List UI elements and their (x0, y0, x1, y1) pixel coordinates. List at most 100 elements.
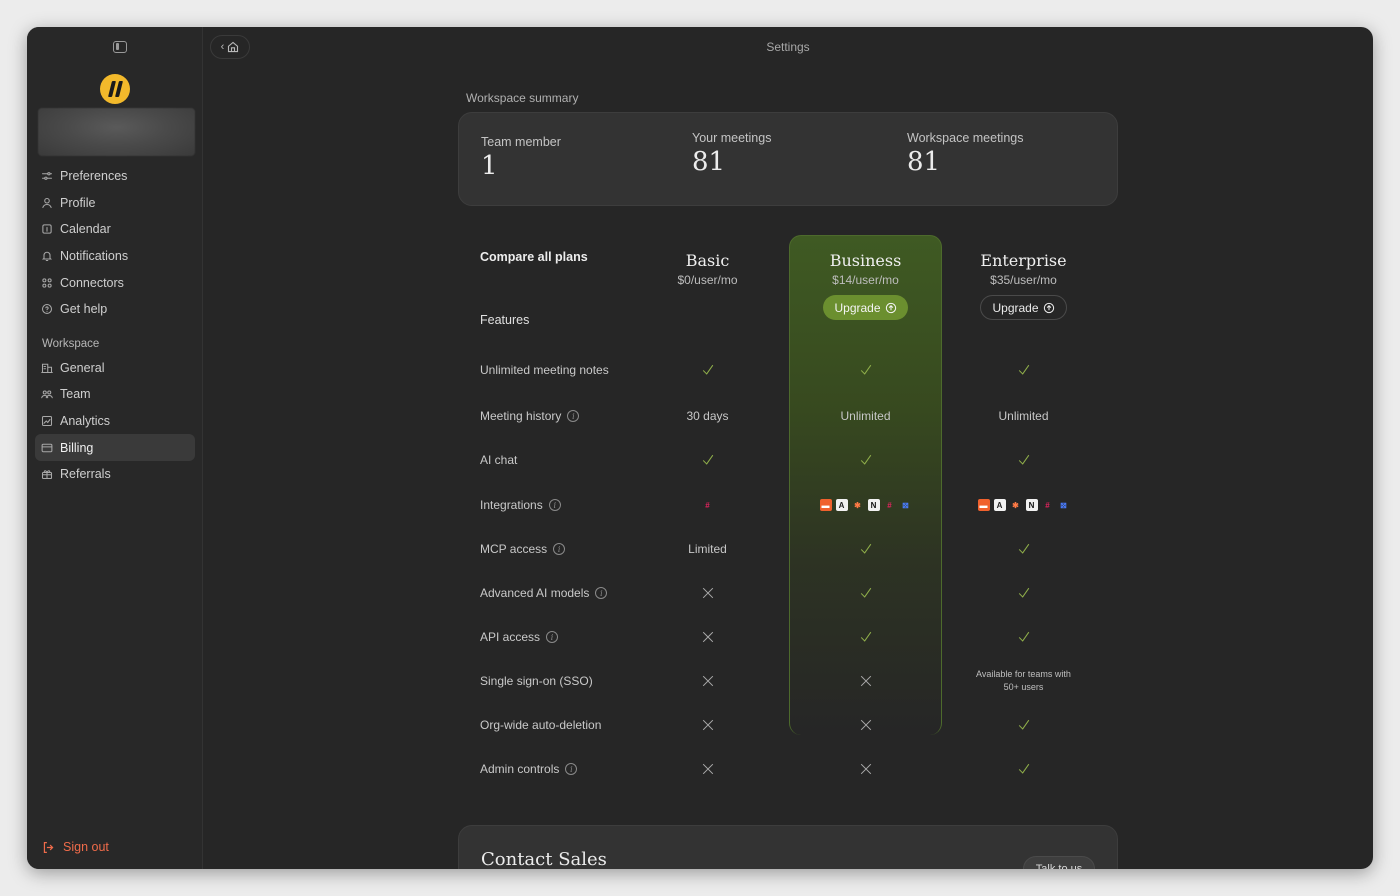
info-icon[interactable]: i (546, 631, 559, 643)
feature-value: Limited (688, 542, 727, 556)
check-icon (947, 578, 1100, 608)
x-icon (631, 622, 784, 652)
feature-row: Unlimited meeting notes (458, 355, 1118, 385)
feature-label: Integrations i (480, 498, 561, 512)
upgrade-label: Upgrade (992, 300, 1039, 315)
contact-sales-title: Contact Sales (481, 849, 607, 869)
stat-label: Your meetings (692, 131, 772, 145)
info-icon[interactable]: i (548, 499, 561, 511)
summary-label: Workspace summary (466, 91, 579, 105)
sidebar-item-label: General (60, 360, 105, 375)
sidebar-item-label: Connectors (60, 275, 124, 290)
slack-icon: # (1045, 500, 1050, 510)
stat-label: Workspace meetings (907, 131, 1024, 145)
sign-out-button[interactable]: Sign out (42, 840, 109, 854)
app-window: Preferences Profile Calendar Notifications C… (27, 27, 1373, 869)
info-icon[interactable]: i (565, 763, 578, 775)
gift-icon (41, 468, 53, 480)
feature-name: AI chat (480, 453, 518, 467)
feature-value: 30 days (686, 409, 729, 423)
sidebar-item-label: Profile (60, 195, 96, 210)
x-icon (789, 754, 942, 784)
help-icon (41, 303, 53, 315)
check-icon (789, 578, 942, 608)
team-icon (41, 388, 53, 400)
sidebar-item-profile[interactable]: Profile (35, 190, 195, 217)
plan-header-enterprise: Enterprise $35/user/mo Upgrade (947, 251, 1100, 320)
feature-name: MCP access (480, 542, 548, 556)
sidebar-item-label: Referrals (60, 467, 111, 482)
feature-row: Single sign-on (SSO) Available for teams … (458, 666, 1118, 696)
sidebar-item-get-help[interactable]: Get help (35, 296, 195, 323)
feature-label: API access i (480, 630, 559, 644)
sidebar-item-team[interactable]: Team (35, 381, 195, 408)
building-icon (41, 362, 53, 374)
sidebar-item-analytics[interactable]: Analytics (35, 408, 195, 435)
sidebar: Preferences Profile Calendar Notifications C… (27, 27, 203, 869)
feature-name: Meeting history (480, 409, 562, 423)
x-icon (631, 578, 784, 608)
upgrade-button-business[interactable]: Upgrade (823, 295, 908, 320)
sidebar-item-notifications[interactable]: Notifications (35, 243, 195, 270)
x-icon (631, 710, 784, 740)
info-icon[interactable]: i (595, 587, 608, 599)
sidebar-item-label: Notifications (60, 249, 129, 264)
feature-label: Single sign-on (SSO) (480, 674, 593, 688)
sidebar-item-connectors[interactable]: Connectors (35, 269, 195, 296)
sidebar-item-label: Get help (60, 302, 108, 317)
workspace-banner (38, 108, 195, 156)
feature-label: Unlimited meeting notes (480, 363, 609, 377)
chart-icon (41, 415, 53, 427)
plan-price: $14/user/mo (832, 273, 899, 287)
feature-value: Available for teams with 50+ users (976, 669, 1071, 692)
attio-icon: A (993, 499, 1006, 511)
zapier-icon: ▬ (819, 499, 832, 511)
stat-workspace-meetings: Workspace meetings 81 (907, 131, 1024, 177)
check-icon (789, 622, 942, 652)
info-icon[interactable]: i (553, 543, 566, 555)
check-icon (947, 534, 1100, 564)
bell-icon (41, 250, 53, 262)
integrations-cell: ▬ A ✱ N # ⊠ (947, 490, 1100, 520)
arrow-up-circle-icon (885, 302, 897, 314)
affinity-icon: ⊠ (1060, 500, 1067, 510)
feature-label: AI chat (480, 453, 517, 467)
arrow-up-circle-icon (1043, 302, 1055, 314)
stat-value: 81 (692, 147, 726, 177)
integrations-cell: # (631, 490, 784, 520)
stat-value: 81 (907, 147, 941, 177)
sidebar-item-billing[interactable]: Billing (35, 434, 195, 461)
sliders-icon (41, 170, 53, 182)
feature-value: Unlimited (840, 409, 891, 423)
hubspot-icon: ✱ (1012, 500, 1019, 510)
feature-row: AI chat (458, 445, 1118, 475)
feature-row: API access i (458, 622, 1118, 652)
feature-name: Admin controls (480, 762, 560, 776)
sidebar-toggle-icon[interactable] (113, 41, 127, 53)
feature-row: Meeting history i 30 days Unlimited Unlimite… (458, 401, 1118, 431)
plan-price: $0/user/mo (677, 273, 738, 287)
sidebar-nav: Preferences Profile Calendar Notifications C… (35, 163, 195, 488)
integration-icons: # (702, 499, 714, 511)
sidebar-item-preferences[interactable]: Preferences (35, 163, 195, 190)
plan-name: Basic (685, 251, 730, 270)
info-icon[interactable]: i (567, 410, 580, 422)
sidebar-item-calendar[interactable]: Calendar (35, 216, 195, 243)
sidebar-item-label: Preferences (60, 169, 128, 184)
sidebar-item-general[interactable]: General (35, 355, 195, 382)
upgrade-button-enterprise[interactable]: Upgrade (980, 295, 1067, 320)
talk-to-us-button[interactable]: Talk to us (1023, 856, 1095, 869)
feature-value: Unlimited (998, 409, 1049, 423)
feature-name: API access (480, 630, 541, 644)
check-icon (947, 754, 1100, 784)
sidebar-item-referrals[interactable]: Referrals (35, 461, 195, 488)
check-icon (947, 355, 1100, 385)
plan-price: $35/user/mo (990, 273, 1057, 287)
summary-card: Team member 1 Your meetings 81 Workspace… (458, 112, 1118, 206)
hubspot-icon: ✱ (854, 500, 861, 510)
feature-name: Org-wide auto-deletion (480, 718, 602, 732)
sidebar-item-label: Team (60, 387, 91, 402)
main-content: ‹ Settings Workspace summary Team member… (203, 27, 1373, 869)
check-icon (789, 534, 942, 564)
check-icon (947, 710, 1100, 740)
